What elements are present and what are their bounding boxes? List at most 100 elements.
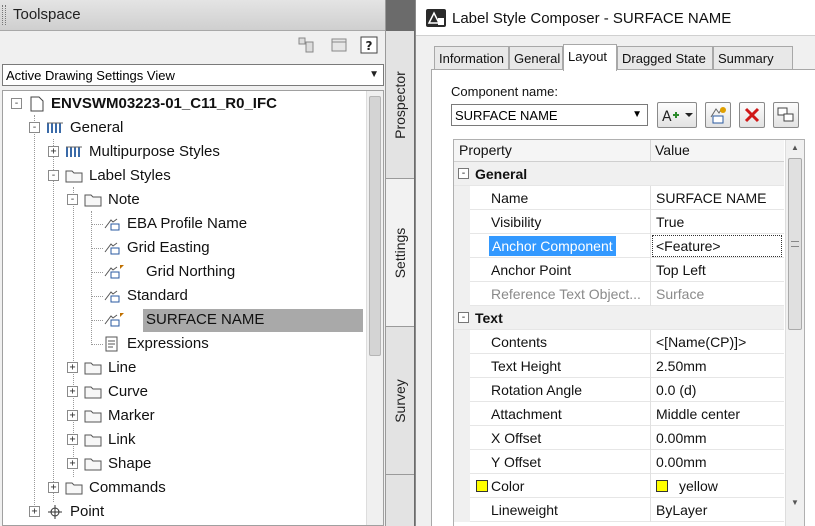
tree-node-label: ENVSWM03223-01_C11_R0_IFC	[51, 95, 277, 112]
tree-node-eba-profile-name[interactable]: EBA Profile Name	[3, 213, 363, 235]
tree-node-link[interactable]: + Link	[3, 429, 363, 451]
tree-node-point[interactable]: + Point	[3, 501, 363, 523]
property-value[interactable]: <Feature>	[656, 238, 721, 254]
tree-scrollbar[interactable]	[366, 91, 383, 525]
component-name-select[interactable]: SURFACE NAME ▼	[451, 104, 648, 126]
panel-view-icon[interactable]	[330, 36, 348, 54]
drag-grip-icon[interactable]	[2, 5, 6, 25]
tab-dragged-state[interactable]: Dragged State	[617, 46, 713, 70]
tree-node-label-styles[interactable]: - Label Styles	[3, 165, 363, 187]
view-select[interactable]: Active Drawing Settings View ▼	[2, 64, 384, 86]
expand-icon[interactable]: +	[29, 506, 40, 517]
tab-summary[interactable]: Summary	[713, 46, 793, 70]
property-grid-scroll-thumb[interactable]	[788, 158, 802, 330]
column-header-property[interactable]: Property	[459, 142, 512, 158]
category-text[interactable]: - Text	[454, 306, 784, 330]
expand-icon[interactable]: +	[48, 482, 59, 493]
label-style-composer-dialog: Label Style Composer - SURFACE NAME Info…	[415, 0, 815, 526]
tree-scroll-thumb[interactable]	[369, 96, 381, 356]
tree-node-grid-easting[interactable]: Grid Easting	[3, 237, 363, 259]
tree-node-commands[interactable]: + Commands	[3, 477, 363, 499]
collapse-icon[interactable]: -	[29, 122, 40, 133]
tab-settings[interactable]: Settings	[386, 179, 414, 327]
column-header-value[interactable]: Value	[655, 142, 690, 158]
property-row-x-offset[interactable]: X Offset 0.00mm	[454, 426, 784, 450]
tree-node-drawing[interactable]: - ENVSWM03223-01_C11_R0_IFC	[3, 93, 363, 115]
item-view-icon[interactable]	[297, 36, 315, 54]
property-value[interactable]: True	[656, 214, 684, 230]
collapse-icon[interactable]: -	[48, 170, 59, 181]
toolspace-titlebar[interactable]: Toolspace	[0, 0, 385, 31]
property-value: Surface	[656, 286, 705, 302]
property-value[interactable]: 0.00mm	[656, 430, 707, 446]
tree-node-marker[interactable]: + Marker	[3, 405, 363, 427]
property-row-visibility[interactable]: Visibility True	[454, 210, 784, 234]
help-icon[interactable]: ?	[360, 36, 378, 54]
scroll-up-icon[interactable]: ▲	[791, 143, 799, 152]
folder-icon	[84, 410, 102, 423]
property-row-lineweight[interactable]: Lineweight ByLayer	[454, 498, 784, 522]
property-row-name[interactable]: Name SURFACE NAME	[454, 186, 784, 210]
property-value[interactable]: 0.0 (d)	[656, 382, 696, 398]
collapse-icon[interactable]: -	[67, 194, 78, 205]
property-row-anchor-point[interactable]: Anchor Point Top Left	[454, 258, 784, 282]
expand-icon[interactable]: +	[48, 146, 59, 157]
tree-node-shape[interactable]: + Shape	[3, 453, 363, 475]
tab-general[interactable]: General	[509, 46, 563, 70]
property-value[interactable]: <[Name(CP)]>	[656, 334, 746, 350]
tree-node-surface-name[interactable]: SURFACE NAME	[3, 309, 363, 331]
add-component-button[interactable]: A	[657, 102, 697, 128]
property-grid-header: Property Value	[454, 140, 784, 162]
expand-icon[interactable]: +	[67, 458, 78, 469]
tab-survey[interactable]: Survey	[386, 327, 414, 475]
tab-information[interactable]: Information	[434, 46, 509, 70]
property-row-y-offset[interactable]: Y Offset 0.00mm	[454, 450, 784, 474]
expand-icon[interactable]: +	[67, 362, 78, 373]
tree-node-standard[interactable]: Standard	[3, 285, 363, 307]
property-value[interactable]: yellow	[679, 478, 718, 494]
tab-toolbox-partial[interactable]	[386, 475, 414, 526]
expand-icon[interactable]: +	[67, 410, 78, 421]
scroll-down-icon[interactable]: ▼	[791, 498, 799, 507]
property-value[interactable]: 2.50mm	[656, 358, 707, 374]
category-general[interactable]: - General	[454, 162, 784, 186]
component-draw-order-button[interactable]	[773, 102, 799, 128]
tree-node-multipurpose-styles[interactable]: + Multipurpose Styles	[3, 141, 363, 163]
tree-node-general[interactable]: - General	[3, 117, 363, 139]
chevron-down-icon[interactable]: ▼	[369, 69, 379, 80]
property-grid-scrollbar[interactable]: ▲ ▼	[785, 140, 804, 526]
collapse-icon[interactable]: -	[458, 168, 469, 179]
tree-node-label: Line	[108, 359, 137, 376]
property-row-contents[interactable]: Contents <[Name(CP)]>	[454, 330, 784, 354]
property-value[interactable]: ByLayer	[656, 502, 707, 518]
tree-node-grid-northing[interactable]: Grid Northing	[3, 261, 363, 283]
property-value[interactable]: Middle center	[656, 406, 740, 422]
delete-icon	[744, 107, 760, 123]
property-value[interactable]: Top Left	[656, 262, 706, 278]
drawing-icon	[30, 96, 44, 112]
property-value[interactable]: SURFACE NAME	[656, 190, 766, 206]
dialog-titlebar[interactable]: Label Style Composer - SURFACE NAME	[416, 0, 815, 36]
expand-icon[interactable]: +	[67, 386, 78, 397]
tree-node-label: Grid Easting	[127, 239, 210, 256]
property-row-color[interactable]: Color yellow	[454, 474, 784, 498]
tree-node-curve[interactable]: + Curve	[3, 381, 363, 403]
copy-component-button[interactable]	[705, 102, 731, 128]
tab-layout[interactable]: Layout	[563, 44, 617, 71]
property-row-text-height[interactable]: Text Height 2.50mm	[454, 354, 784, 378]
expand-icon[interactable]: +	[67, 434, 78, 445]
tree-node-line[interactable]: + Line	[3, 357, 363, 379]
collapse-icon[interactable]: -	[11, 98, 22, 109]
property-row-anchor-component[interactable]: Anchor Component <Feature>	[454, 234, 784, 258]
property-value[interactable]: 0.00mm	[656, 454, 707, 470]
delete-component-button[interactable]	[739, 102, 765, 128]
tree-node-expressions[interactable]: Expressions	[3, 333, 363, 355]
chevron-down-icon[interactable]: ▼	[632, 109, 642, 120]
layout-panel: Component name: SURFACE NAME ▼ A Propert…	[431, 69, 815, 526]
property-row-attachment[interactable]: Attachment Middle center	[454, 402, 784, 426]
tree-node-note[interactable]: - Note	[3, 189, 363, 211]
property-row-rotation-angle[interactable]: Rotation Angle 0.0 (d)	[454, 378, 784, 402]
property-name: Visibility	[491, 214, 542, 230]
collapse-icon[interactable]: -	[458, 312, 469, 323]
tab-prospector[interactable]: Prospector	[386, 31, 414, 179]
